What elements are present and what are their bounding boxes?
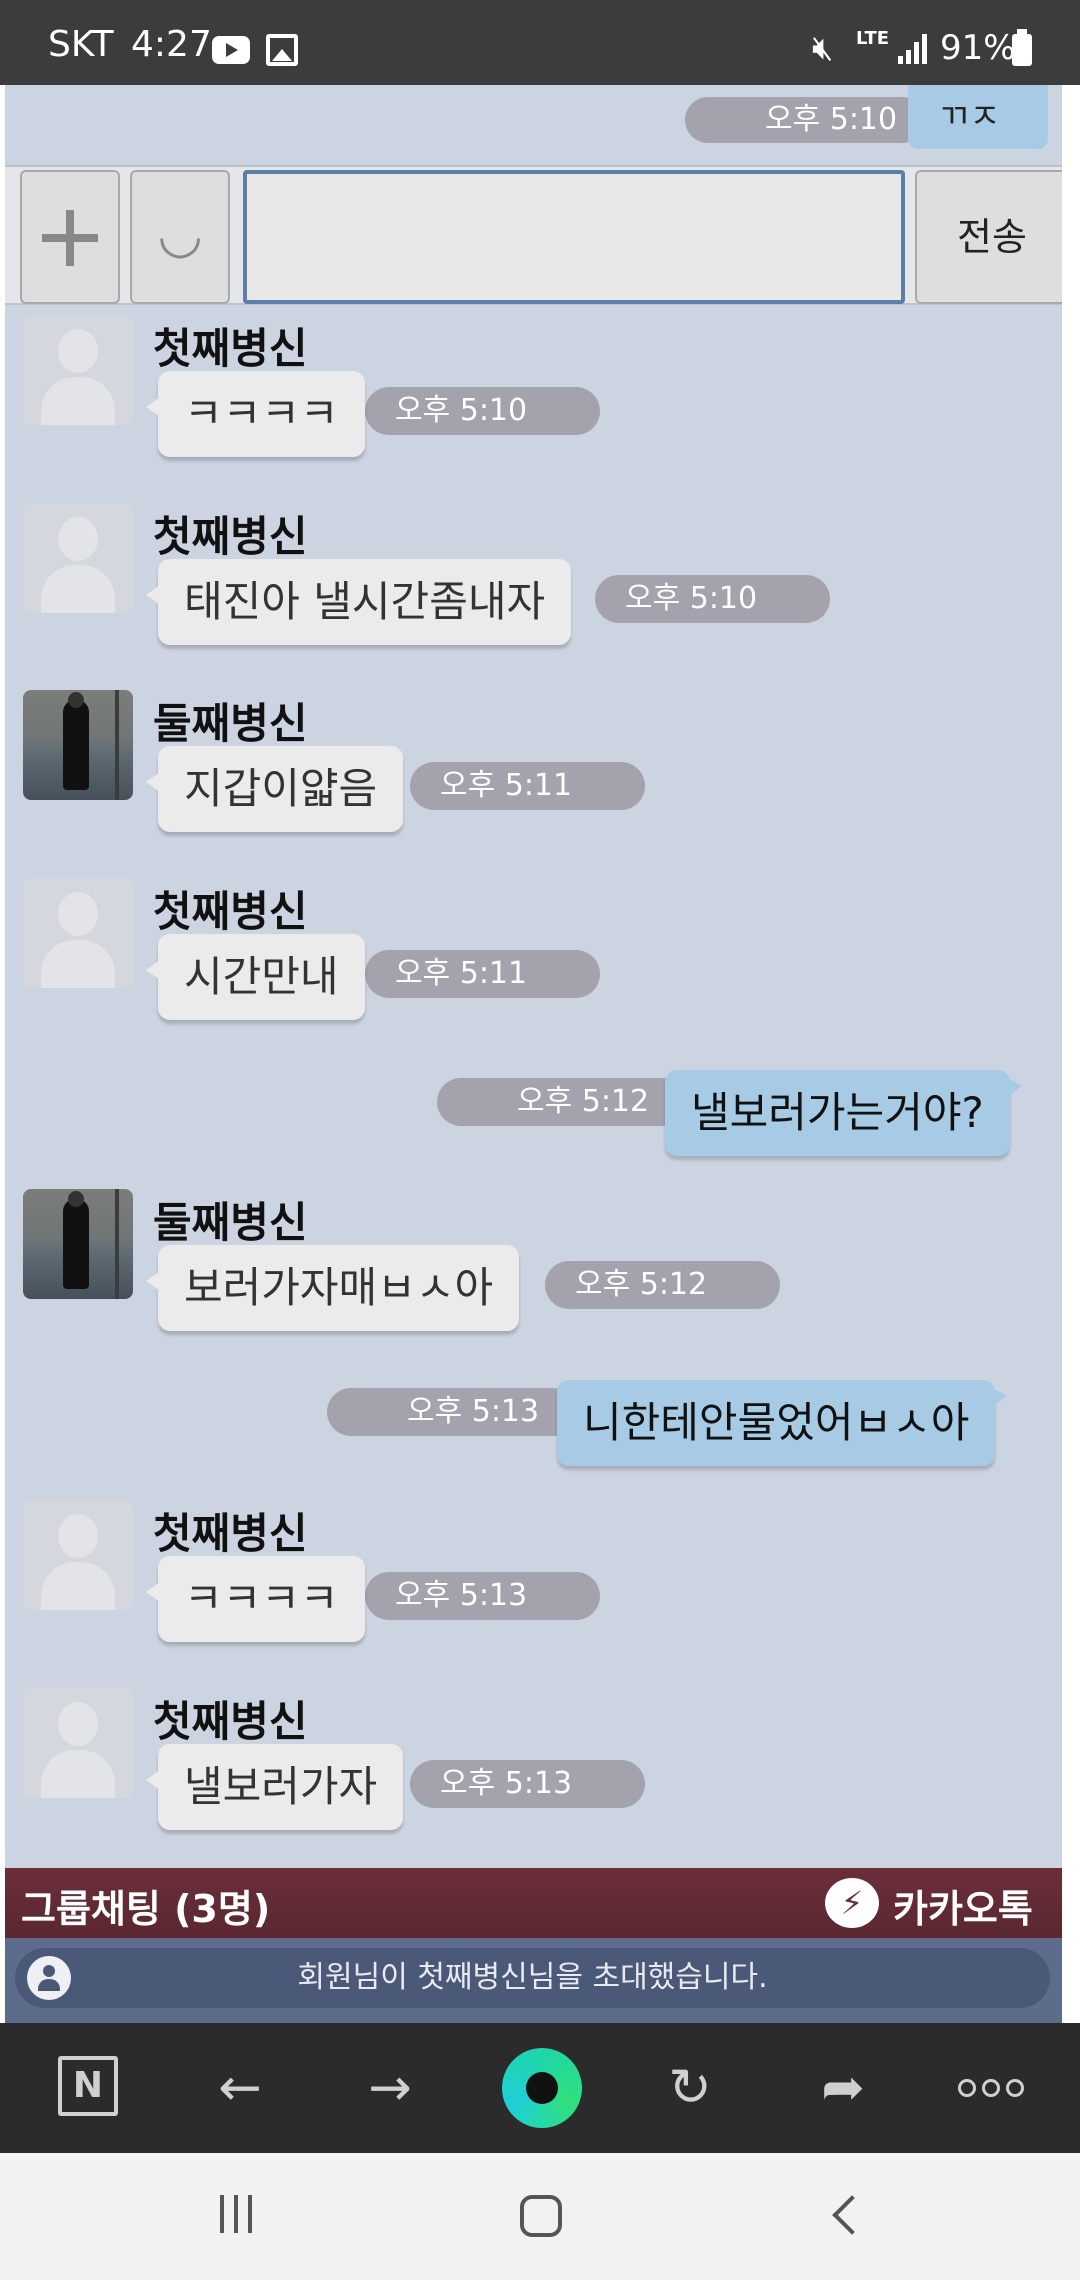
avatar[interactable]: [23, 1500, 133, 1610]
more-icon[interactable]: [958, 2079, 1024, 2099]
sent-bubble: 니한테안물었어ㅂㅅ아: [557, 1380, 1008, 1466]
clock: 4:27: [131, 24, 212, 65]
group-chat-bar: 그룹채팅 (3명) ⚡ 카카오톡: [5, 1868, 1062, 1938]
app-name: 카카오톡: [893, 1887, 1033, 1931]
browser-toolbar: N ← → ↻ ➦: [0, 2023, 1080, 2153]
signal-icon: [898, 34, 928, 64]
sender-name: 둘째병신: [153, 1198, 308, 1247]
gallery-icon: [266, 34, 298, 66]
back-arrow-icon[interactable]: ←: [205, 2053, 275, 2123]
message-time: 오후 5:13: [327, 1388, 577, 1436]
person-figure: [63, 1191, 89, 1289]
emoticon-button[interactable]: ◡: [130, 170, 230, 304]
refresh-icon[interactable]: ↻: [655, 2053, 725, 2123]
pole-shape: [115, 690, 119, 800]
received-bubble: 태진아 낼시간좀내자: [145, 559, 572, 645]
avatar[interactable]: [23, 690, 133, 800]
received-bubble: ㅋㅋㅋㅋ: [146, 1556, 365, 1642]
message-time: 오후 5:10: [365, 387, 600, 435]
plus-icon: [42, 210, 98, 266]
navigation-bar: [0, 2153, 1080, 2280]
message-time: 오후 5:11: [410, 762, 645, 810]
message-time: 오후 5:10: [595, 575, 830, 623]
avatar[interactable]: [23, 503, 133, 613]
attach-button[interactable]: [20, 170, 120, 304]
user-icon: [27, 1956, 71, 2000]
recent-apps-icon[interactable]: [220, 2195, 260, 2235]
avatar[interactable]: [23, 1688, 133, 1798]
received-bubble: ㅋㅋㅋㅋ: [146, 371, 365, 457]
person-figure: [63, 692, 89, 790]
avatar[interactable]: [23, 315, 133, 425]
avatar[interactable]: [23, 1189, 133, 1299]
sent-bubble: ㄲㅈ: [908, 85, 1048, 149]
sender-name: 둘째병신: [153, 699, 308, 748]
naver-n-icon[interactable]: N: [58, 2056, 118, 2116]
sender-name: 첫째병신: [153, 512, 308, 561]
sender-name: 첫째병신: [153, 1509, 308, 1558]
send-button[interactable]: 전송: [915, 170, 1062, 304]
kakaotalk-logo-icon: ⚡: [825, 1878, 879, 1928]
received-bubble: 시간만내: [146, 934, 365, 1020]
green-circle-icon[interactable]: [502, 2048, 582, 2128]
back-icon[interactable]: [830, 2193, 860, 2237]
message-time: 오후 5:12: [437, 1078, 687, 1126]
sender-name: 첫째병신: [153, 1697, 308, 1746]
received-bubble: 낼보러가자: [145, 1744, 404, 1830]
notice-text: 회원님이 첫째병신님을 초대했습니다.: [297, 1960, 768, 1995]
avatar[interactable]: [23, 878, 133, 988]
group-title: 그룹채팅 (3명): [21, 1887, 271, 1931]
message-time: 오후 5:12: [545, 1261, 780, 1309]
home-icon[interactable]: [520, 2195, 562, 2237]
mute-icon: 🔇︎: [812, 28, 834, 68]
pole-shape: [115, 1189, 119, 1299]
message-time: 오후 5:13: [365, 1572, 600, 1620]
forward-arrow-icon[interactable]: →: [355, 2053, 425, 2123]
notice-bar: 회원님이 첫째병신님을 초대했습니다.: [5, 1938, 1062, 2023]
message-time: 오후 5:10: [685, 97, 925, 143]
battery-percent: 91%: [940, 28, 1016, 68]
sender-name: 첫째병신: [153, 887, 308, 936]
youtube-icon: [212, 36, 250, 64]
message-input[interactable]: [243, 170, 905, 304]
invite-notice: 회원님이 첫째병신님을 초대했습니다.: [15, 1948, 1050, 2008]
message-time: 오후 5:13: [410, 1760, 645, 1808]
sent-bubble: 낼보러가는거야?: [665, 1070, 1022, 1156]
message-time: 오후 5:11: [365, 950, 600, 998]
share-icon[interactable]: ➦: [808, 2053, 878, 2123]
lte-icon: LTE: [856, 28, 890, 49]
chat-area: 오후 5:10 ㄲㅈ ◡ 전송 첫째병신 ㅋㅋㅋㅋ 오후 5:10 첫째병신 태…: [0, 85, 1080, 2023]
carrier-label: SKT: [48, 24, 114, 65]
status-bar: SKT 4:27 🔇︎ LTE 91%: [0, 0, 1080, 85]
received-bubble: 보러가자매ㅂㅅ아: [145, 1245, 520, 1331]
sender-name: 첫째병신: [153, 324, 308, 373]
smiley-icon: ◡: [157, 205, 203, 265]
battery-icon: [1012, 29, 1032, 66]
received-bubble: 지갑이얇음: [145, 746, 404, 832]
